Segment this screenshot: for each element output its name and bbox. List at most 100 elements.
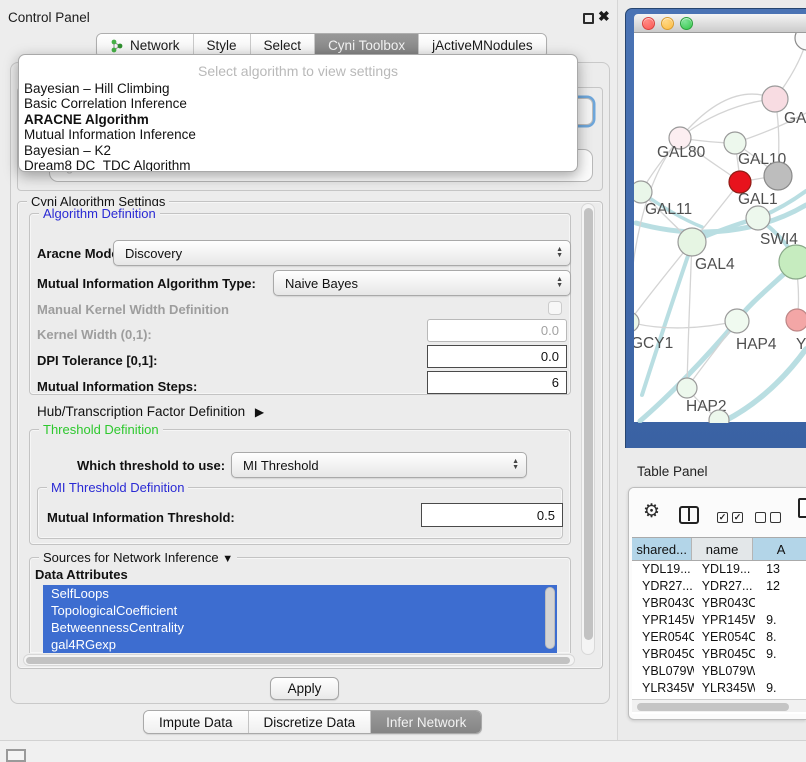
aracne-mode-label: Aracne Mode:	[37, 246, 123, 261]
hub-section-header[interactable]: Hub/Transcription Factor Definition ▶	[37, 404, 264, 419]
mi-steps-label: Mutual Information Steps:	[37, 379, 197, 394]
node-gcy1[interactable]	[634, 312, 639, 332]
apply-button[interactable]: Apply	[270, 677, 339, 700]
settings-horizontal-scrollbar[interactable]	[23, 654, 575, 666]
control-panel: Control Panel ✖ Network Style Select Cyn…	[0, 0, 618, 741]
node[interactable]	[795, 33, 806, 50]
gear-icon[interactable]: ⚙	[643, 500, 660, 523]
new-table-icon[interactable]	[798, 498, 806, 518]
node-label: GAL	[784, 110, 806, 127]
table-row[interactable]: YBR045CYBR045C9.	[632, 646, 806, 663]
scrollbar-thumb[interactable]	[26, 657, 570, 664]
popup-prompt: Select algorithm to view settings	[19, 55, 577, 81]
algorithm-option[interactable]: Mutual Information Inference	[19, 127, 577, 142]
node-gal11[interactable]	[634, 181, 652, 203]
algorithm-option[interactable]: ARACNE Algorithm	[19, 112, 577, 127]
float-panel-icon[interactable]	[583, 13, 594, 24]
table-row[interactable]: YER054CYER054C8.	[632, 629, 806, 646]
mi-threshold-label: Mutual Information Threshold:	[47, 510, 235, 525]
spinner-arrows-icon: ▲▼	[556, 277, 563, 289]
table-row[interactable]: YLR345WYLR345W9.	[632, 680, 806, 697]
table-row[interactable]: YDR27...YDR27...12	[632, 578, 806, 595]
zoom-window-icon[interactable]	[680, 17, 693, 30]
network-icon	[110, 39, 124, 53]
algorithm-option[interactable]: Basic Correlation Inference	[19, 96, 577, 111]
table-cell: 8.	[755, 629, 806, 646]
select-all-icon[interactable]: ✓✓	[717, 512, 743, 523]
table-cell: YLR345W	[694, 680, 755, 697]
minimize-window-icon[interactable]	[661, 17, 674, 30]
node-hap2[interactable]	[677, 378, 697, 398]
algorithm-option[interactable]: Bayesian – K2	[19, 143, 577, 158]
node-gal[interactable]	[762, 86, 788, 112]
attribute-list-item[interactable]: TopologicalCoefficient	[43, 602, 557, 619]
table-header-row: shared... name A	[632, 537, 806, 561]
tab-infer-network[interactable]: Infer Network	[371, 711, 481, 733]
table-row[interactable]: YDL19...YDL19...13	[632, 561, 806, 578]
algorithm-option[interactable]: Dream8 DC_TDC Algorithm	[19, 158, 577, 172]
table-panel: ⚙ ✓✓ shared... name A YDL19...YDL19...13…	[628, 487, 806, 720]
table-cell: YDL19...	[694, 561, 755, 578]
table-cell: 13	[755, 561, 806, 578]
list-scrollbar[interactable]	[545, 587, 555, 649]
close-window-icon[interactable]	[642, 17, 655, 30]
attribute-list-item[interactable]: SelfLoops	[43, 585, 557, 602]
table-row[interactable]: YBR043CYBR043C	[632, 595, 806, 612]
node-swi4[interactable]	[746, 206, 770, 230]
algorithm-definition-title: Algorithm Definition	[39, 206, 160, 221]
node-table: shared... name A YDL19...YDL19...13YDR27…	[632, 537, 806, 714]
table-row[interactable]: YPR145WYPR145W9.	[632, 612, 806, 629]
table-cell: YPR145W	[694, 612, 755, 629]
thick-edges	[636, 191, 806, 423]
mi-steps-field[interactable]: 6	[427, 371, 567, 394]
which-threshold-label: Which threshold to use:	[77, 458, 225, 473]
mi-threshold-field[interactable]: 0.5	[421, 503, 563, 527]
docked-panel-icon[interactable]	[6, 749, 26, 762]
tab-discretize-data[interactable]: Discretize Data	[249, 711, 372, 733]
manual-kernel-label: Manual Kernel Width Definition	[37, 302, 229, 317]
popup-items: Bayesian – Hill ClimbingBasic Correlatio…	[19, 81, 577, 172]
kernel-width-field[interactable]: 0.0	[427, 319, 567, 342]
sources-title[interactable]: Sources for Network Inference ▼	[39, 550, 237, 565]
close-panel-icon[interactable]: ✖	[598, 8, 610, 25]
scrollbar-thumb[interactable]	[584, 208, 593, 640]
panel-title: Control Panel	[8, 10, 90, 25]
node-gal1[interactable]	[729, 171, 751, 193]
table-cell: 9.	[755, 680, 806, 697]
attribute-list-item[interactable]: BetweennessCentrality	[43, 619, 557, 636]
table-cell: YBR045C	[632, 646, 694, 663]
network-graph[interactable]: GALGAL80GAL10GAL1GAL11SWI4GAL4GCY1HAP4YH…	[634, 33, 806, 423]
column-header-name[interactable]: name	[692, 538, 752, 560]
data-attributes-label: Data Attributes	[35, 567, 128, 582]
node-y[interactable]	[786, 309, 806, 331]
node[interactable]	[779, 245, 806, 279]
attribute-list-item[interactable]: gal4RGexp	[43, 636, 557, 653]
split-view-icon[interactable]	[679, 506, 699, 524]
algorithm-option[interactable]: Bayesian – Hill Climbing	[19, 81, 577, 96]
data-attributes-list[interactable]: SelfLoopsTopologicalCoefficientBetweenne…	[43, 585, 557, 653]
algorithm-popup-list: Select algorithm to view settings Bayesi…	[18, 54, 578, 172]
table-cell: YER054C	[632, 629, 694, 646]
deselect-all-icon[interactable]	[755, 512, 781, 523]
which-threshold-select[interactable]: MI Threshold ▲▼	[231, 452, 527, 478]
node-gal4[interactable]	[678, 228, 706, 256]
table-row[interactable]: YBL079WYBL079W	[632, 663, 806, 680]
dpi-tolerance-label: DPI Tolerance [0,1]:	[37, 353, 157, 368]
chevron-right-icon: ▶	[255, 405, 264, 419]
dpi-tolerance-field[interactable]: 0.0	[427, 345, 567, 368]
column-header-shared-name[interactable]: shared...	[632, 538, 692, 560]
mi-type-label: Mutual Information Algorithm Type:	[37, 276, 256, 291]
network-window-titlebar[interactable]	[634, 14, 806, 33]
node-hap4[interactable]	[725, 309, 749, 333]
scrollbar-thumb[interactable]	[637, 703, 789, 711]
manual-kernel-checkbox[interactable]	[548, 301, 562, 315]
mi-type-select[interactable]: Naive Bayes ▲▼	[273, 270, 571, 296]
aracne-mode-select[interactable]: Discovery ▲▼	[113, 240, 571, 266]
tab-impute-data[interactable]: Impute Data	[144, 711, 249, 733]
table-horizontal-scrollbar[interactable]	[632, 699, 806, 712]
node[interactable]	[764, 162, 792, 190]
column-header-partial[interactable]: A	[753, 538, 806, 560]
table-cell: YDR27...	[694, 578, 755, 595]
table-body: YDL19...YDL19...13YDR27...YDR27...12YBR0…	[632, 561, 806, 714]
settings-vertical-scrollbar[interactable]	[581, 203, 595, 655]
